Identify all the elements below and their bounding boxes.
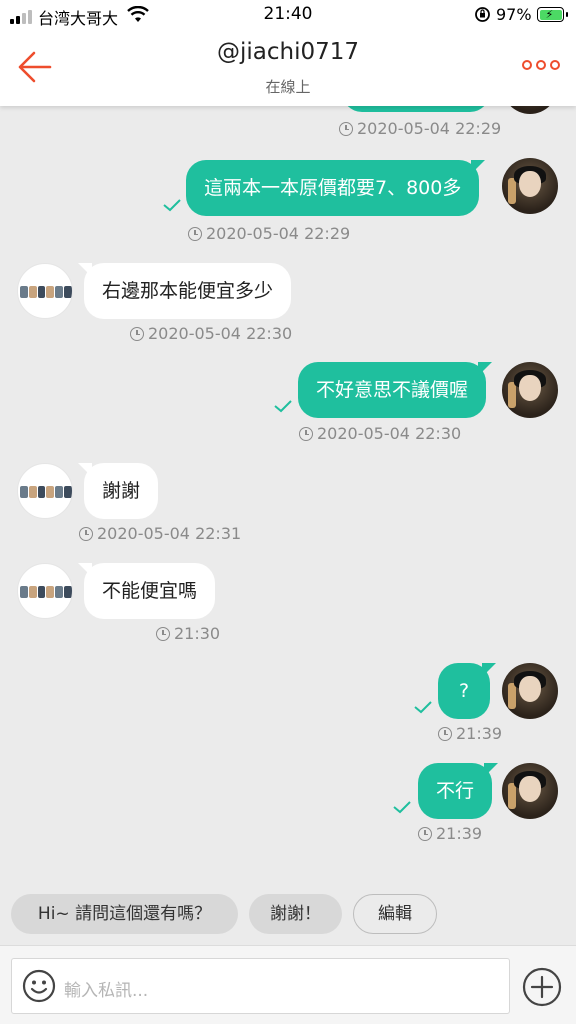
message-list[interactable]: 2020-05-04 22:29 這兩本一本原價都要7、800多 2020-05… (0, 30, 576, 885)
online-status: 在線上 (265, 78, 311, 96)
clock-icon (339, 121, 353, 136)
quick-replies: Hi~ 請問這個還有嗎？ 謝謝！ 編輯 (0, 890, 576, 938)
my-avatar[interactable] (502, 763, 558, 819)
outgoing-message-bubble[interactable]: ? (438, 663, 496, 719)
message-timestamp: 2020-05-04 22:30 (299, 424, 461, 443)
status-bar: 台湾大哥大 21:40 97% ⚡ (0, 0, 576, 30)
my-avatar[interactable] (502, 663, 558, 719)
more-options-icon[interactable] (522, 60, 562, 76)
incoming-message-bubble[interactable]: 右邊那本能便宜多少 (77, 263, 292, 319)
clock-icon (299, 426, 313, 441)
incoming-message-bubble[interactable]: 謝謝 (77, 463, 159, 519)
sent-check-icon (274, 400, 292, 413)
message-timestamp: 21:39 (418, 824, 482, 843)
sent-check-icon (414, 701, 432, 714)
clock-icon (130, 326, 144, 341)
battery-percent: 97% (496, 5, 532, 24)
emoji-icon[interactable] (22, 969, 56, 1003)
clock-icon (156, 626, 170, 641)
battery-icon: ⚡ (537, 7, 568, 22)
clock-icon (188, 226, 202, 241)
chat-username: @jiachi0717 (216, 39, 360, 65)
composer-bar: 輸入私訊... (0, 945, 576, 1024)
seller-avatar[interactable] (17, 263, 73, 319)
my-avatar[interactable] (502, 158, 558, 214)
edit-quick-replies-button[interactable]: 編輯 (353, 894, 437, 934)
message-timestamp: 2020-05-04 22:31 (79, 524, 241, 543)
quick-reply-thanks[interactable]: 謝謝！ (249, 894, 342, 934)
clock-icon (418, 826, 432, 841)
message-input[interactable]: 輸入私訊... (11, 958, 510, 1014)
add-attachment-icon[interactable] (522, 967, 562, 1007)
message-input-placeholder: 輸入私訊... (64, 981, 149, 1001)
message-timestamp: 2020-05-04 22:29 (339, 119, 501, 138)
sent-check-icon (393, 801, 411, 814)
my-avatar[interactable] (502, 362, 558, 418)
outgoing-message-bubble[interactable]: 不好意思不議價喔 (298, 362, 493, 418)
message-timestamp: 2020-05-04 22:30 (130, 324, 292, 343)
outgoing-message-bubble[interactable]: 這兩本一本原價都要7、800多 (186, 160, 486, 216)
seller-avatar[interactable] (17, 463, 73, 519)
clock-icon (438, 726, 452, 741)
message-timestamp: 21:30 (156, 624, 220, 643)
sent-check-icon (163, 199, 181, 212)
message-timestamp: 2020-05-04 22:29 (188, 224, 350, 243)
quick-reply-still-available[interactable]: Hi~ 請問這個還有嗎？ (11, 894, 238, 934)
seller-avatar[interactable] (17, 563, 73, 619)
clock-icon (79, 526, 93, 541)
rotation-lock-icon (475, 7, 490, 22)
outgoing-message-bubble[interactable]: 不行 (418, 763, 499, 819)
message-timestamp: 21:39 (438, 724, 502, 743)
incoming-message-bubble[interactable]: 不能便宜嗎 (77, 563, 216, 619)
chat-header: @jiachi0717 在線上 (0, 30, 576, 106)
